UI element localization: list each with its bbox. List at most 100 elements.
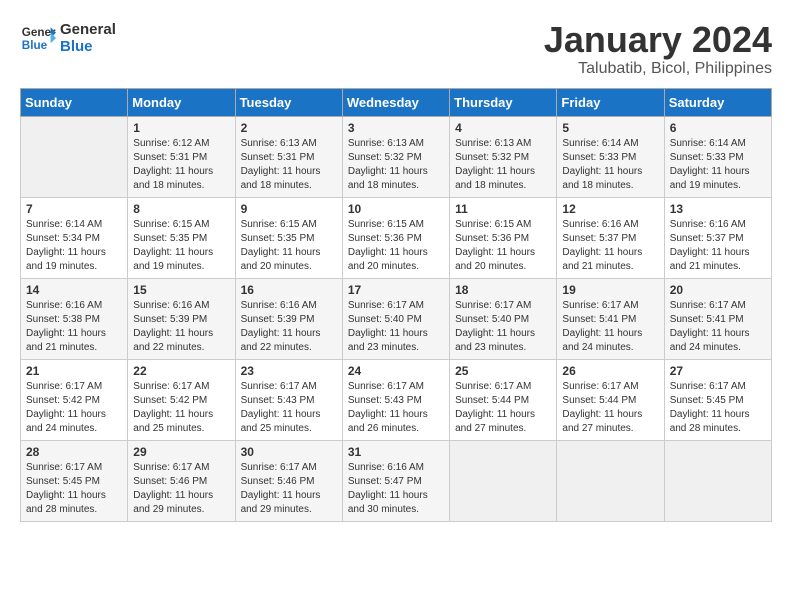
day-content: Sunrise: 6:15 AM Sunset: 5:36 PM Dayligh… bbox=[348, 218, 444, 274]
calendar-cell bbox=[21, 116, 128, 197]
day-number: 6 bbox=[670, 121, 766, 135]
day-number: 3 bbox=[348, 121, 444, 135]
calendar-title: January 2024 bbox=[544, 20, 772, 60]
day-number: 26 bbox=[562, 364, 658, 378]
calendar-cell: 29 Sunrise: 6:17 AM Sunset: 5:46 PM Dayli… bbox=[128, 440, 235, 521]
day-number: 31 bbox=[348, 445, 444, 459]
day-content: Sunrise: 6:17 AM Sunset: 5:43 PM Dayligh… bbox=[241, 380, 337, 436]
day-content: Sunrise: 6:15 AM Sunset: 5:36 PM Dayligh… bbox=[455, 218, 551, 274]
day-content: Sunrise: 6:14 AM Sunset: 5:34 PM Dayligh… bbox=[26, 218, 122, 274]
header-row: SundayMondayTuesdayWednesdayThursdayFrid… bbox=[21, 88, 772, 116]
calendar-cell: 17 Sunrise: 6:17 AM Sunset: 5:40 PM Dayli… bbox=[342, 278, 449, 359]
header-cell-friday: Friday bbox=[557, 88, 664, 116]
calendar-cell bbox=[664, 440, 771, 521]
calendar-cell: 19 Sunrise: 6:17 AM Sunset: 5:41 PM Dayli… bbox=[557, 278, 664, 359]
day-content: Sunrise: 6:17 AM Sunset: 5:46 PM Dayligh… bbox=[133, 461, 229, 517]
calendar-cell: 22 Sunrise: 6:17 AM Sunset: 5:42 PM Dayli… bbox=[128, 359, 235, 440]
day-content: Sunrise: 6:17 AM Sunset: 5:45 PM Dayligh… bbox=[670, 380, 766, 436]
calendar-week-1: 7 Sunrise: 6:14 AM Sunset: 5:34 PM Daylig… bbox=[21, 197, 772, 278]
day-number: 1 bbox=[133, 121, 229, 135]
calendar-title-section: January 2024 Talubatib, Bicol, Philippin… bbox=[544, 20, 772, 78]
day-content: Sunrise: 6:17 AM Sunset: 5:40 PM Dayligh… bbox=[455, 299, 551, 355]
calendar-cell bbox=[557, 440, 664, 521]
day-number: 27 bbox=[670, 364, 766, 378]
day-content: Sunrise: 6:17 AM Sunset: 5:42 PM Dayligh… bbox=[26, 380, 122, 436]
day-content: Sunrise: 6:16 AM Sunset: 5:38 PM Dayligh… bbox=[26, 299, 122, 355]
day-content: Sunrise: 6:17 AM Sunset: 5:41 PM Dayligh… bbox=[670, 299, 766, 355]
day-number: 2 bbox=[241, 121, 337, 135]
day-number: 7 bbox=[26, 202, 122, 216]
day-content: Sunrise: 6:13 AM Sunset: 5:32 PM Dayligh… bbox=[348, 137, 444, 193]
day-content: Sunrise: 6:15 AM Sunset: 5:35 PM Dayligh… bbox=[241, 218, 337, 274]
day-number: 12 bbox=[562, 202, 658, 216]
day-number: 9 bbox=[241, 202, 337, 216]
calendar-cell: 18 Sunrise: 6:17 AM Sunset: 5:40 PM Dayli… bbox=[450, 278, 557, 359]
calendar-cell: 24 Sunrise: 6:17 AM Sunset: 5:43 PM Dayli… bbox=[342, 359, 449, 440]
day-content: Sunrise: 6:16 AM Sunset: 5:47 PM Dayligh… bbox=[348, 461, 444, 517]
header-cell-saturday: Saturday bbox=[664, 88, 771, 116]
calendar-cell: 7 Sunrise: 6:14 AM Sunset: 5:34 PM Daylig… bbox=[21, 197, 128, 278]
day-content: Sunrise: 6:17 AM Sunset: 5:40 PM Dayligh… bbox=[348, 299, 444, 355]
calendar-body: 1 Sunrise: 6:12 AM Sunset: 5:31 PM Daylig… bbox=[21, 116, 772, 521]
calendar-cell: 10Sunrise: 6:15 AM Sunset: 5:36 PM Dayli… bbox=[342, 197, 449, 278]
day-number: 8 bbox=[133, 202, 229, 216]
day-content: Sunrise: 6:17 AM Sunset: 5:41 PM Dayligh… bbox=[562, 299, 658, 355]
calendar-cell: 27 Sunrise: 6:17 AM Sunset: 5:45 PM Dayli… bbox=[664, 359, 771, 440]
calendar-cell: 11Sunrise: 6:15 AM Sunset: 5:36 PM Dayli… bbox=[450, 197, 557, 278]
calendar-cell: 28 Sunrise: 6:17 AM Sunset: 5:45 PM Dayli… bbox=[21, 440, 128, 521]
day-content: Sunrise: 6:16 AM Sunset: 5:39 PM Dayligh… bbox=[133, 299, 229, 355]
calendar-header: SundayMondayTuesdayWednesdayThursdayFrid… bbox=[21, 88, 772, 116]
logo-icon: General Blue bbox=[20, 20, 56, 56]
day-content: Sunrise: 6:12 AM Sunset: 5:31 PM Dayligh… bbox=[133, 137, 229, 193]
day-content: Sunrise: 6:17 AM Sunset: 5:43 PM Dayligh… bbox=[348, 380, 444, 436]
logo: General Blue General Blue bbox=[20, 20, 116, 56]
day-number: 28 bbox=[26, 445, 122, 459]
calendar-cell: 20 Sunrise: 6:17 AM Sunset: 5:41 PM Dayli… bbox=[664, 278, 771, 359]
calendar-table: SundayMondayTuesdayWednesdayThursdayFrid… bbox=[20, 88, 772, 522]
day-content: Sunrise: 6:16 AM Sunset: 5:37 PM Dayligh… bbox=[670, 218, 766, 274]
day-content: Sunrise: 6:17 AM Sunset: 5:42 PM Dayligh… bbox=[133, 380, 229, 436]
calendar-cell: 9 Sunrise: 6:15 AM Sunset: 5:35 PM Daylig… bbox=[235, 197, 342, 278]
day-number: 13 bbox=[670, 202, 766, 216]
calendar-week-0: 1 Sunrise: 6:12 AM Sunset: 5:31 PM Daylig… bbox=[21, 116, 772, 197]
day-content: Sunrise: 6:17 AM Sunset: 5:45 PM Dayligh… bbox=[26, 461, 122, 517]
day-content: Sunrise: 6:17 AM Sunset: 5:44 PM Dayligh… bbox=[455, 380, 551, 436]
calendar-cell: 21 Sunrise: 6:17 AM Sunset: 5:42 PM Dayli… bbox=[21, 359, 128, 440]
header-cell-sunday: Sunday bbox=[21, 88, 128, 116]
calendar-cell: 14 Sunrise: 6:16 AM Sunset: 5:38 PM Dayli… bbox=[21, 278, 128, 359]
logo-line1: General bbox=[60, 21, 116, 38]
day-content: Sunrise: 6:17 AM Sunset: 5:44 PM Dayligh… bbox=[562, 380, 658, 436]
day-number: 24 bbox=[348, 364, 444, 378]
calendar-cell: 15 Sunrise: 6:16 AM Sunset: 5:39 PM Dayli… bbox=[128, 278, 235, 359]
day-content: Sunrise: 6:14 AM Sunset: 5:33 PM Dayligh… bbox=[670, 137, 766, 193]
day-number: 22 bbox=[133, 364, 229, 378]
calendar-cell: 12Sunrise: 6:16 AM Sunset: 5:37 PM Dayli… bbox=[557, 197, 664, 278]
calendar-cell: 8Sunrise: 6:15 AM Sunset: 5:35 PM Daylig… bbox=[128, 197, 235, 278]
day-number: 15 bbox=[133, 283, 229, 297]
calendar-week-3: 21 Sunrise: 6:17 AM Sunset: 5:42 PM Dayli… bbox=[21, 359, 772, 440]
day-number: 20 bbox=[670, 283, 766, 297]
calendar-week-4: 28 Sunrise: 6:17 AM Sunset: 5:45 PM Dayli… bbox=[21, 440, 772, 521]
calendar-cell bbox=[450, 440, 557, 521]
calendar-cell: 26 Sunrise: 6:17 AM Sunset: 5:44 PM Dayli… bbox=[557, 359, 664, 440]
day-number: 29 bbox=[133, 445, 229, 459]
svg-text:Blue: Blue bbox=[22, 39, 48, 52]
day-number: 17 bbox=[348, 283, 444, 297]
calendar-cell: 2 Sunrise: 6:13 AM Sunset: 5:31 PM Daylig… bbox=[235, 116, 342, 197]
calendar-cell: 1 Sunrise: 6:12 AM Sunset: 5:31 PM Daylig… bbox=[128, 116, 235, 197]
calendar-cell: 6 Sunrise: 6:14 AM Sunset: 5:33 PM Daylig… bbox=[664, 116, 771, 197]
day-number: 14 bbox=[26, 283, 122, 297]
day-number: 19 bbox=[562, 283, 658, 297]
day-content: Sunrise: 6:13 AM Sunset: 5:31 PM Dayligh… bbox=[241, 137, 337, 193]
day-number: 21 bbox=[26, 364, 122, 378]
day-number: 16 bbox=[241, 283, 337, 297]
calendar-subtitle: Talubatib, Bicol, Philippines bbox=[544, 60, 772, 78]
day-content: Sunrise: 6:16 AM Sunset: 5:39 PM Dayligh… bbox=[241, 299, 337, 355]
logo-line2: Blue bbox=[60, 38, 116, 55]
calendar-cell: 16 Sunrise: 6:16 AM Sunset: 5:39 PM Dayli… bbox=[235, 278, 342, 359]
day-number: 23 bbox=[241, 364, 337, 378]
day-number: 18 bbox=[455, 283, 551, 297]
calendar-cell: 25Sunrise: 6:17 AM Sunset: 5:44 PM Dayli… bbox=[450, 359, 557, 440]
header-cell-tuesday: Tuesday bbox=[235, 88, 342, 116]
header-cell-monday: Monday bbox=[128, 88, 235, 116]
